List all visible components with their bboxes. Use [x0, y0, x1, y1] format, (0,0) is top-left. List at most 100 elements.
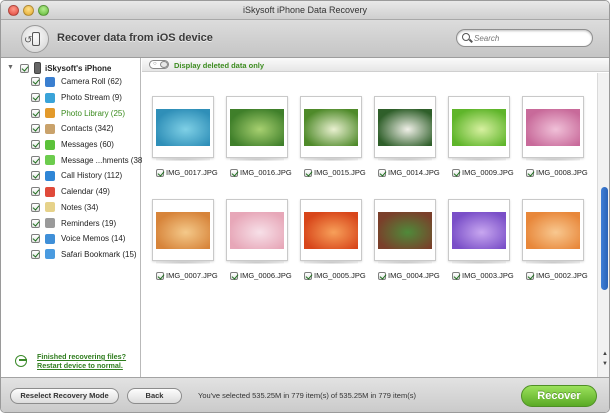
iphone-icon	[34, 62, 41, 74]
photo-image	[378, 212, 432, 249]
toolbar: ↺ Recover data from iOS device	[1, 20, 609, 58]
voice-memos-icon	[45, 233, 55, 244]
photo-image	[304, 109, 358, 146]
safari-bookmark-icon	[45, 249, 55, 260]
photo-frame[interactable]	[226, 199, 288, 264]
sidebar-item-message-attachments[interactable]: Message ...hments (38)	[31, 152, 145, 168]
sidebar-item-camera[interactable]: Camera Roll (62)	[31, 74, 145, 90]
sidebar-item-photo-stream[interactable]: Photo Stream (9)	[31, 90, 145, 106]
photo-image	[156, 212, 210, 249]
photo-frame[interactable]	[448, 199, 510, 264]
messages-icon	[45, 139, 55, 150]
sidebar-item-label: Safari Bookmark (15)	[61, 249, 137, 259]
category-checkbox[interactable]	[31, 202, 40, 212]
reselect-recovery-mode-button[interactable]: Reselect Recovery Mode	[10, 388, 119, 404]
page-title: Recover data from iOS device	[57, 32, 213, 44]
photo-frame[interactable]	[374, 96, 436, 161]
camera-icon	[45, 76, 55, 87]
photo-checkbox[interactable]	[526, 271, 534, 280]
contacts-icon	[45, 123, 55, 134]
sidebar-item-label: Message ...hments (38)	[61, 155, 146, 165]
back-button[interactable]: Back	[127, 388, 182, 404]
photo-checkbox[interactable]	[378, 271, 386, 280]
vertical-scrollbar[interactable]: ▲ ▼	[597, 73, 609, 377]
photo-frame[interactable]	[374, 199, 436, 264]
photo-filename: IMG_0015.JPG	[314, 168, 366, 177]
photo-checkbox[interactable]	[378, 168, 386, 177]
photo-caption: IMG_0014.JPG	[378, 168, 440, 177]
scroll-thumb[interactable]	[601, 187, 608, 290]
category-checkbox[interactable]	[31, 140, 40, 150]
sidebar-item-label: Notes (34)	[61, 202, 99, 212]
search-box[interactable]	[456, 29, 593, 47]
photo-frame[interactable]	[522, 199, 584, 264]
exit-arrow-icon	[15, 355, 27, 367]
calendar-icon	[45, 186, 55, 197]
category-checkbox[interactable]	[31, 93, 40, 103]
photo-checkbox[interactable]	[156, 271, 164, 280]
search-input[interactable]	[474, 32, 586, 44]
photo-filename: IMG_0017.JPG	[166, 168, 218, 177]
sidebar-item-safari-bookmark[interactable]: Safari Bookmark (15)	[31, 247, 145, 263]
photo-checkbox[interactable]	[156, 168, 164, 177]
sidebar-item-calendar[interactable]: Calendar (49)	[31, 184, 145, 200]
sidebar-item-label: Messages (60)	[61, 140, 114, 150]
category-checkbox[interactable]	[31, 187, 40, 197]
photo-frame[interactable]	[300, 96, 362, 161]
photo-caption: IMG_0006.JPG	[230, 271, 292, 280]
sidebar-item-call-history[interactable]: Call History (112)	[31, 168, 145, 184]
photo-filename: IMG_0009.JPG	[462, 168, 514, 177]
photo-image	[304, 212, 358, 249]
photo-checkbox[interactable]	[452, 271, 460, 280]
scroll-down-arrow-icon[interactable]: ▼	[601, 360, 609, 368]
disclosure-triangle-icon[interactable]: ▼	[7, 64, 15, 72]
photo-caption: IMG_0017.JPG	[156, 168, 218, 177]
photo-image	[452, 212, 506, 249]
device-tree-root[interactable]: ▼ iSkysoft's iPhone	[7, 62, 111, 74]
category-checkbox[interactable]	[31, 249, 40, 259]
photo-checkbox[interactable]	[230, 168, 238, 177]
photo-filename: IMG_0005.JPG	[314, 271, 366, 280]
photo-checkbox[interactable]	[452, 168, 460, 177]
photo-caption: IMG_0015.JPG	[304, 168, 366, 177]
photo-checkbox[interactable]	[230, 271, 238, 280]
sidebar-item-reminders[interactable]: Reminders (19)	[31, 215, 145, 231]
content-area: ○ Display deleted data only IMG_0017.JPG…	[142, 58, 609, 377]
photo-checkbox[interactable]	[526, 168, 534, 177]
photo-frame[interactable]	[448, 96, 510, 161]
scroll-up-arrow-icon[interactable]: ▲	[601, 350, 609, 358]
photo-caption: IMG_0003.JPG	[452, 271, 514, 280]
category-checkbox[interactable]	[31, 77, 40, 87]
category-list: Camera Roll (62) Photo Stream (9) Photo Li…	[31, 74, 145, 262]
sidebar-item-notes[interactable]: Notes (34)	[31, 200, 145, 216]
category-checkbox[interactable]	[31, 171, 40, 181]
photo-frame[interactable]	[152, 96, 214, 161]
photo-caption: IMG_0007.JPG	[156, 271, 218, 280]
device-checkbox[interactable]	[20, 63, 29, 73]
photo-frame[interactable]	[152, 199, 214, 264]
category-checkbox[interactable]	[31, 108, 40, 118]
sidebar-item-label: Contacts (342)	[61, 124, 114, 134]
category-checkbox[interactable]	[31, 218, 40, 228]
sidebar-item-contacts[interactable]: Contacts (342)	[31, 121, 145, 137]
photo-frame[interactable]	[522, 96, 584, 161]
deleted-only-label: Display deleted data only	[174, 61, 265, 70]
photo-checkbox[interactable]	[304, 168, 312, 177]
sidebar-item-messages[interactable]: Messages (60)	[31, 137, 145, 153]
photo-checkbox[interactable]	[304, 271, 312, 280]
window-title: iSkysoft iPhone Data Recovery	[242, 5, 368, 15]
category-checkbox[interactable]	[31, 155, 40, 165]
photo-caption: IMG_0005.JPG	[304, 271, 366, 280]
deleted-only-toggle[interactable]: ○	[149, 60, 169, 69]
sidebar-item-voice-memos[interactable]: Voice Memos (14)	[31, 231, 145, 247]
photo-stream-icon	[45, 92, 55, 103]
category-checkbox[interactable]	[31, 124, 40, 134]
photo-filename: IMG_0003.JPG	[462, 271, 514, 280]
photo-frame[interactable]	[226, 96, 288, 161]
sidebar-item-photo-library[interactable]: Photo Library (25)	[31, 105, 145, 121]
sidebar-item-label: Photo Stream (9)	[61, 93, 122, 103]
category-checkbox[interactable]	[31, 234, 40, 244]
finished-recovering-text[interactable]: Finished recovering files? Restart devic…	[37, 352, 147, 370]
photo-frame[interactable]	[300, 199, 362, 264]
recover-button[interactable]: Recover	[521, 385, 597, 407]
